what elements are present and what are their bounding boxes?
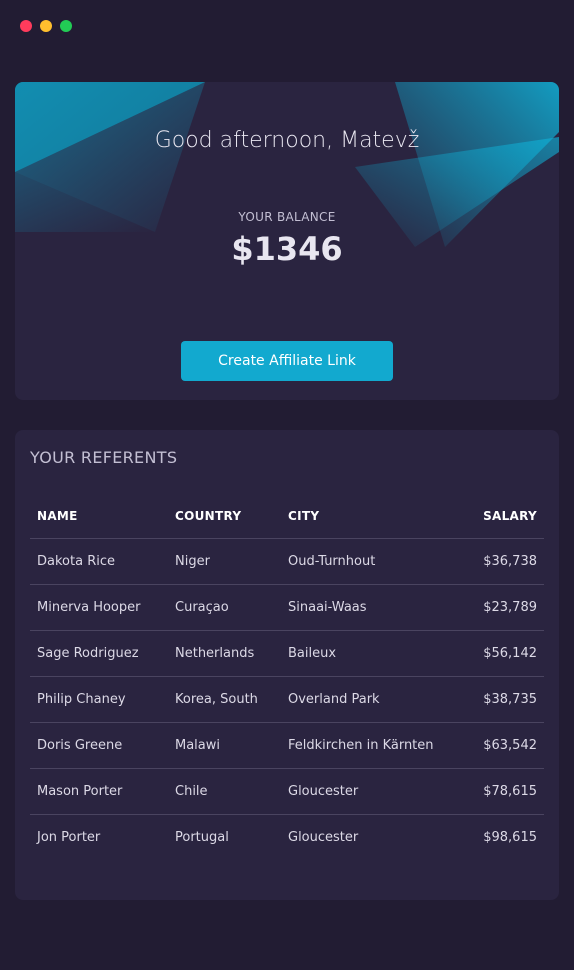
- cell-country: Malawi: [168, 722, 281, 769]
- table-row: Philip Chaney Korea, South Overland Park…: [30, 676, 544, 723]
- cell-city: Baileux: [281, 630, 464, 677]
- cell-country: Netherlands: [168, 630, 281, 677]
- balance-label: YOUR BALANCE: [238, 210, 336, 224]
- cell-name: Mason Porter: [30, 768, 168, 815]
- cell-salary: $23,789: [464, 584, 544, 631]
- maximize-window-icon[interactable]: [60, 20, 72, 32]
- cell-salary: $63,542: [464, 722, 544, 769]
- balance-card: Good afternoon, Matevž YOUR BALANCE $134…: [15, 82, 559, 400]
- minimize-window-icon[interactable]: [40, 20, 52, 32]
- cell-city: Gloucester: [288, 829, 359, 845]
- cell-city: Feldkirchen in Kärnten: [281, 722, 464, 769]
- greeting-title: Good afternoon, Matevž: [154, 128, 420, 153]
- table-row: Doris Greene Malawi Feldkirchen in Kärnt…: [30, 722, 544, 769]
- cell-city: Gloucester: [281, 768, 464, 815]
- window-controls: [20, 20, 72, 32]
- cell-salary: $98,615: [483, 829, 537, 845]
- column-header-salary: SALARY: [464, 494, 544, 539]
- referents-table: NAME COUNTRY CITY SALARY Dakota Rice Nig…: [30, 494, 544, 860]
- cell-city: Oud-Turnhout: [281, 538, 464, 585]
- cell-city: Sinaai-Waas: [281, 584, 464, 631]
- cell-country: Curaçao: [168, 584, 281, 631]
- referents-card: YOUR REFERENTS NAME COUNTRY CITY SALARY …: [15, 430, 559, 900]
- cell-name: Philip Chaney: [30, 676, 168, 723]
- cell-name: Dakota Rice: [30, 538, 168, 585]
- cell-country: Niger: [168, 538, 281, 585]
- cell-name: Minerva Hooper: [30, 584, 168, 631]
- create-affiliate-link-button[interactable]: Create Affiliate Link: [181, 341, 393, 381]
- cell-city: Overland Park: [281, 676, 464, 723]
- table-row: Dakota Rice Niger Oud-Turnhout $36,738: [30, 538, 544, 585]
- cell-name: Doris Greene: [30, 722, 168, 769]
- cell-salary: $78,615: [464, 768, 544, 815]
- balance-value: $1346: [231, 230, 343, 268]
- column-header-country: COUNTRY: [168, 494, 281, 539]
- column-header-city: CITY: [281, 494, 464, 539]
- cell-country: Korea, South: [168, 676, 281, 723]
- cell-country: Chile: [168, 768, 281, 815]
- cell-country: Portugal: [175, 829, 229, 845]
- table-header-row: NAME COUNTRY CITY SALARY: [30, 494, 544, 539]
- column-header-name: NAME: [30, 494, 168, 539]
- referents-title: YOUR REFERENTS: [30, 448, 178, 467]
- table-row: Jon Porter Portugal Gloucester $98,615: [30, 814, 544, 860]
- table-row: Mason Porter Chile Gloucester $78,615: [30, 768, 544, 815]
- cell-salary: $56,142: [464, 630, 544, 677]
- table-row: Minerva Hooper Curaçao Sinaai-Waas $23,7…: [30, 584, 544, 631]
- cell-salary: $38,735: [464, 676, 544, 723]
- cell-salary: $36,738: [464, 538, 544, 585]
- cell-name: Sage Rodriguez: [30, 630, 168, 677]
- table-row: Sage Rodriguez Netherlands Baileux $56,1…: [30, 630, 544, 677]
- close-window-icon[interactable]: [20, 20, 32, 32]
- cell-name: Jon Porter: [37, 829, 101, 845]
